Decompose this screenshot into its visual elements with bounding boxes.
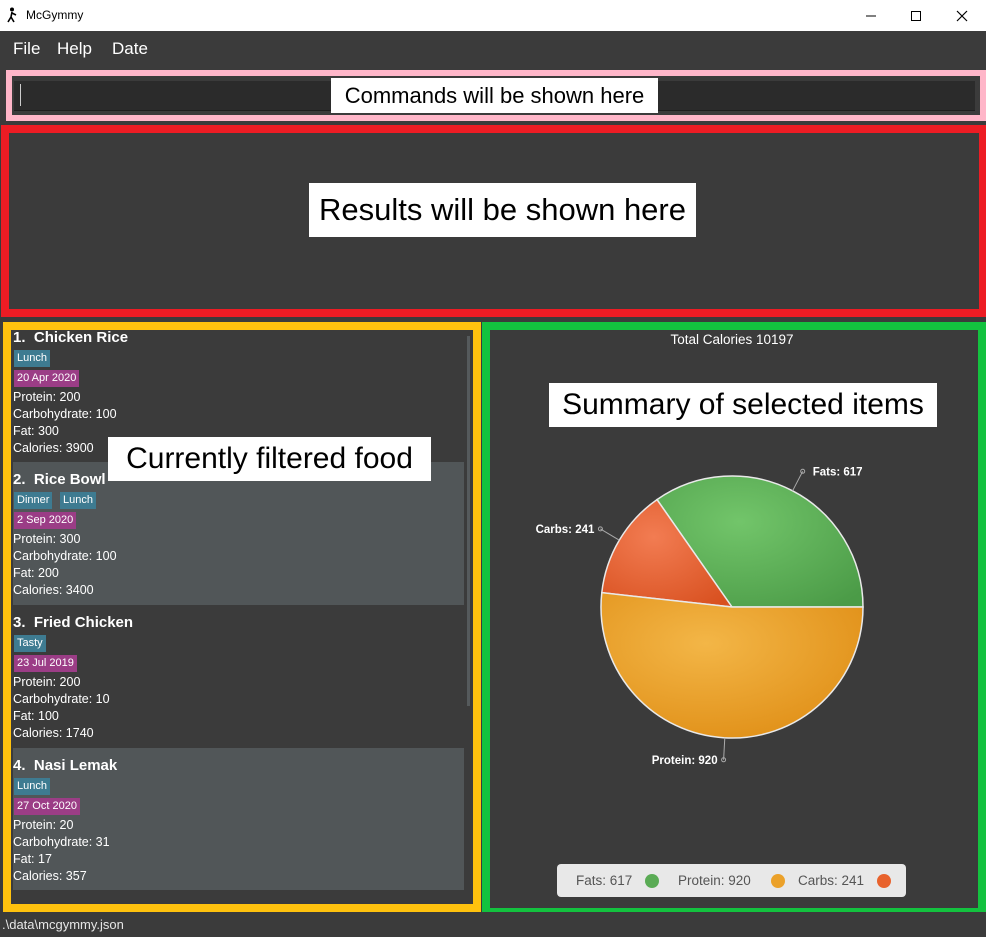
minimize-icon [866,15,876,16]
food-tag: Lunch [60,492,96,509]
title-bar: McGymmy [0,0,986,31]
food-name: 1. Chicken Rice [13,330,129,346]
pie-label-line [600,528,620,541]
food-fat: Fat: 200 [13,566,59,580]
food-date: 20 Apr 2020 [14,370,80,387]
app-logo-icon [7,7,17,23]
food-tag: Dinner [14,492,53,509]
command-box-annotation: Commands will be shown here [331,78,658,113]
list-scrollbar[interactable] [467,336,470,706]
food-calories: Calories: 357 [13,869,87,883]
food-calories: Calories: 1740 [13,726,94,740]
menu-bar: File Help Date [0,31,986,67]
close-icon [956,10,968,21]
maximize-icon [911,10,921,21]
status-bar: .\data\mcgymmy.json [0,912,986,937]
food-protein: Protein: 200 [13,675,81,689]
food-tag: Lunch [14,778,50,795]
minimize-button[interactable] [848,0,894,31]
menu-help[interactable]: Help [57,39,92,59]
food-calories: Calories: 3900 [13,441,94,455]
maximize-button[interactable] [893,0,939,31]
food-carbs: Carbohydrate: 10 [13,692,110,706]
food-protein: Protein: 300 [13,532,81,546]
legend-dot-fats [645,874,659,888]
pie-label-line [723,737,726,760]
food-name: 4. Nasi Lemak [13,757,118,774]
food-fat: Fat: 17 [13,852,52,866]
close-button[interactable] [939,0,985,31]
pie-label-dot [800,468,806,474]
pie-chart: Fats: 617 Carbs: 241 Protein: 920 [536,466,864,767]
chart-title: Total Calories 10197 [670,332,794,347]
food-protein: Protein: 200 [13,390,81,404]
food-tag: Tasty [14,635,46,652]
food-date: 27 Oct 2020 [14,798,80,815]
food-tag: Lunch [14,350,50,367]
food-name: 2. Rice Bowl [13,471,106,488]
food-carbs: Carbohydrate: 31 [13,835,110,849]
result-box-annotation: Results will be shown here [309,183,696,237]
summary-annotation: Summary of selected items [549,383,937,427]
pie-label-protein: Protein: 920 [652,755,718,767]
food-date: 23 Jul 2019 [14,655,77,672]
food-name: 3. Fried Chicken [13,614,134,631]
pie-label-fats: Fats: 617 [813,466,863,478]
pie-slice-protein [600,591,864,739]
food-carbs: Carbohydrate: 100 [13,549,117,563]
menu-date[interactable]: Date [112,39,148,59]
pie-label-carbs: Carbs: 241 [536,524,595,536]
legend-label-protein: Protein: 920 [678,873,751,888]
window-title: McGymmy [26,8,84,22]
pie-label-line [792,471,804,492]
food-carbs: Carbohydrate: 100 [13,407,117,421]
food-fat: Fat: 100 [13,709,59,723]
legend-dot-carbs [877,874,891,888]
food-card[interactable]: 2. Rice Bowl Dinner Lunch 2 Sep 2020 Pro… [13,462,464,605]
legend-label-carbs: Carbs: 241 [798,873,865,888]
legend-label-fats: Fats: 617 [576,873,633,888]
food-card[interactable]: 3. Fried Chicken Tasty 23 Jul 2019 Prote… [13,605,464,748]
food-fat: Fat: 300 [13,424,59,438]
chart-legend: Fats: 617 Protein: 920 Carbs: 241 [557,864,906,897]
data-file-path: .\data\mcgymmy.json [2,917,124,932]
food-card[interactable]: 4. Nasi Lemak Lunch 27 Oct 2020 Protein:… [13,748,464,890]
menu-file[interactable]: File [13,39,40,59]
food-date: 2 Sep 2020 [14,512,77,529]
food-protein: Protein: 20 [13,818,74,832]
food-calories: Calories: 3400 [13,583,94,597]
legend-dot-protein [771,874,785,888]
food-list-annotation: Currently filtered food [108,437,431,481]
text-caret [20,84,21,106]
